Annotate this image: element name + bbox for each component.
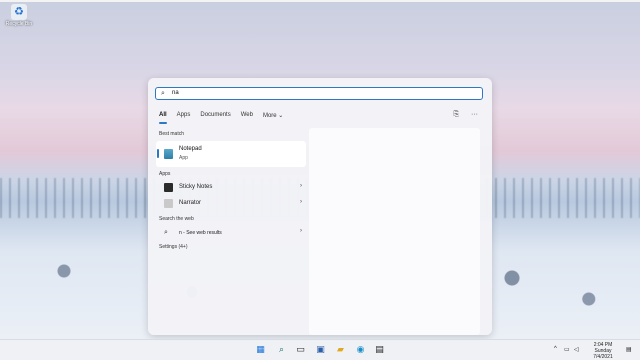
best-match-subtitle: App [179, 155, 188, 161]
search-icon[interactable]: ⌕ [276, 344, 287, 355]
best-match-item[interactable]: Notepad App [156, 141, 306, 167]
search-field[interactable]: ⌕ [155, 87, 483, 100]
notification-icon[interactable]: ▤ [626, 346, 632, 353]
sticky-notes-icon [164, 183, 173, 192]
system-tray: ^ ▭ ◁ 2:04 PM Sunday 7/4/2021 ▤ [550, 340, 640, 360]
web-result-item[interactable]: ⌕ n - See web results › [156, 226, 306, 240]
chevron-up-icon[interactable]: ^ [554, 346, 557, 352]
preview-pane [309, 128, 480, 335]
volume-icon[interactable]: ◁ [574, 346, 579, 353]
tab-more[interactable]: More ⌄ [263, 112, 283, 122]
list-item-label: Sticky Notes [179, 184, 213, 190]
web-result-label: n - See web results [179, 230, 222, 236]
clock[interactable]: 2:04 PM Sunday 7/4/2021 [588, 342, 618, 360]
narrator-icon [164, 199, 173, 208]
start-icon[interactable]: ▦ [255, 344, 266, 355]
notepad-icon [164, 149, 173, 159]
file-explorer-icon[interactable]: ▰ [335, 344, 346, 355]
chevron-right-icon: › [300, 183, 302, 189]
recycle-bin-icon: ♻ [11, 4, 27, 20]
tab-web[interactable]: Web [241, 112, 253, 122]
section-search-web: Search the web [159, 216, 194, 222]
task-view-icon[interactable]: ▭ [295, 344, 306, 355]
search-icon: ⌕ [161, 90, 165, 97]
list-item-narrator[interactable]: Narrator › [156, 197, 306, 211]
chevron-right-icon: › [300, 199, 302, 205]
search-panel: ⌕ All Apps Documents Web More ⌄ ⎘ ··· Be… [148, 78, 492, 335]
section-apps: Apps [159, 171, 171, 177]
list-item-sticky-notes[interactable]: Sticky Notes › [156, 181, 306, 195]
search-input[interactable] [172, 88, 472, 98]
filter-tabs: All Apps Documents Web More ⌄ [159, 112, 293, 124]
desktop-icon-label: Recycle Bin [5, 21, 33, 27]
widgets-icon[interactable]: ▣ [315, 344, 326, 355]
tab-documents[interactable]: Documents [200, 112, 230, 122]
store-icon[interactable]: ▤ [374, 344, 385, 355]
taskbar: ▦ ⌕ ▭ ▣ ▰ ◉ ▤ ^ ▭ ◁ 2:04 PM Sunday 7/4/2… [0, 339, 640, 360]
selection-indicator [157, 149, 159, 158]
list-item-label: Narrator [179, 200, 202, 206]
edge-icon[interactable]: ◉ [355, 344, 366, 355]
chevron-right-icon: › [300, 228, 302, 234]
desktop-icon-recycle-bin[interactable]: ♻ Recycle Bin [2, 4, 36, 27]
best-match-title: Notepad [179, 146, 202, 152]
section-best-match: Best match [159, 131, 185, 137]
section-settings[interactable]: Settings (4+) [159, 244, 188, 250]
more-options-icon[interactable]: ··· [471, 111, 478, 118]
clock-date: 7/4/2021 [593, 354, 613, 360]
share-icon[interactable]: ⎘ [453, 111, 459, 118]
window-top-strip [0, 0, 640, 2]
tab-apps[interactable]: Apps [177, 112, 191, 122]
tab-all[interactable]: All [159, 112, 167, 124]
search-icon: ⌕ [164, 229, 168, 236]
network-icon[interactable]: ▭ [564, 346, 570, 353]
panel-actions: ⎘ ··· [443, 111, 478, 119]
